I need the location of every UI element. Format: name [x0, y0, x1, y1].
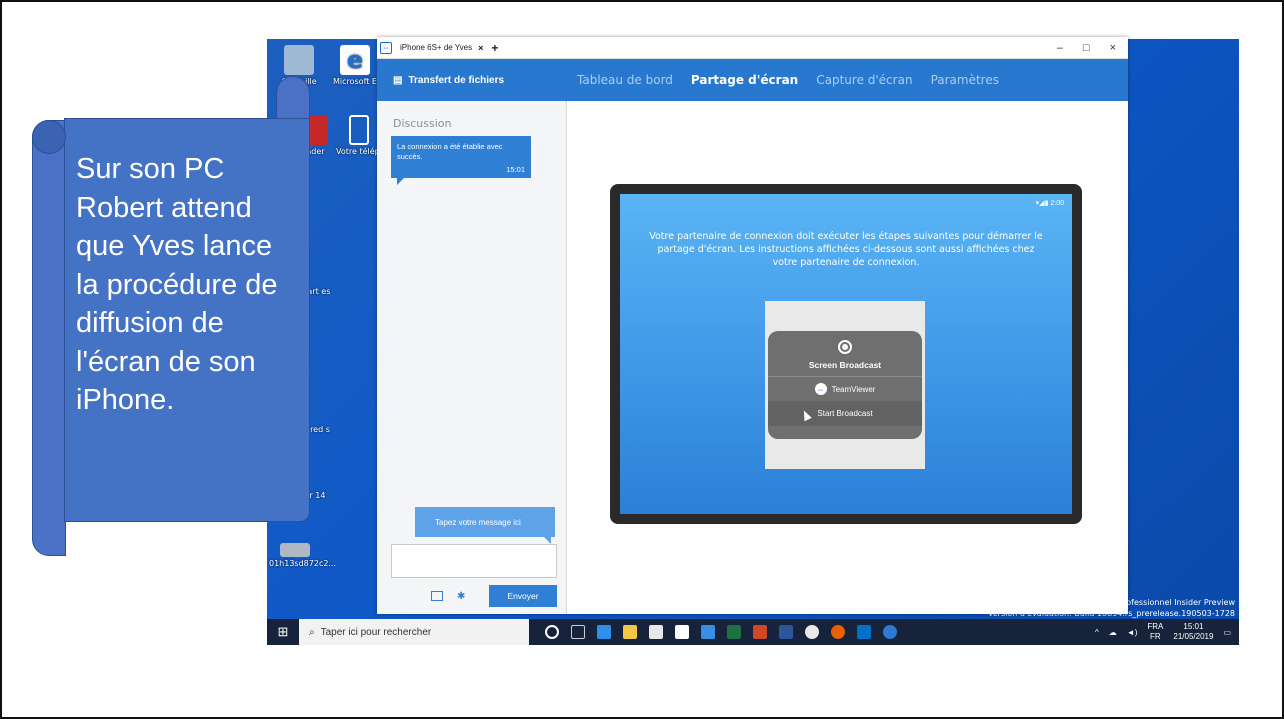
- record-icon: [838, 340, 852, 354]
- session-tab[interactable]: iPhone 6S+ de Yves ×: [396, 43, 487, 53]
- teamviewer-window: ⇔ iPhone 6S+ de Yves × + – □ × ▤ Transfe…: [377, 37, 1128, 614]
- broadcast-popup: Screen Broadcast ⇔ TeamViewer Start Broa…: [768, 331, 922, 439]
- onedrive-icon[interactable]: [805, 625, 819, 639]
- task-view-icon[interactable]: [571, 625, 585, 639]
- tray-network-icon[interactable]: ☁: [1109, 628, 1117, 637]
- desktop-icon-label: Microsoft E: [332, 77, 377, 86]
- phone-icon: [349, 115, 369, 145]
- slide: Corbeille e Microsoft E eader Votre télé…: [0, 0, 1284, 719]
- tab-dashboard[interactable]: Tableau de bord: [577, 73, 673, 87]
- window-controls: – □ ×: [1057, 42, 1128, 54]
- taskbar: ⊞ ⌕ Taper ici pour rechercher ^ ☁ ◄) FRA…: [267, 619, 1239, 645]
- session-tab-title: iPhone 6S+ de Yves: [400, 43, 473, 52]
- minimize-button[interactable]: –: [1057, 42, 1063, 54]
- powerpoint-icon[interactable]: [753, 625, 767, 639]
- chat-panel: Discussion La connexion a été établie av…: [377, 101, 567, 614]
- file-transfer-button[interactable]: ▤ Transfert de fichiers: [377, 75, 567, 86]
- teamviewer-logo-icon: ⇔: [380, 41, 392, 54]
- popup-app-label: TeamViewer: [831, 384, 876, 394]
- message-input[interactable]: [391, 544, 557, 578]
- outlook-icon[interactable]: [857, 625, 871, 639]
- wifi-icon: ▾◢▮: [1035, 200, 1049, 207]
- top-nav: ▤ Transfert de fichiers Tableau de bord …: [377, 59, 1128, 101]
- send-row: ✱ Envoyer: [391, 585, 557, 607]
- device-screen: ▾◢▮ 2:00 Votre partenaire de connexion d…: [620, 194, 1072, 514]
- system-tray: ^ ☁ ◄) FRA FR 15:01 21/05/2019 ▭: [1095, 622, 1239, 642]
- message-hint-text: Tapez votre message ici: [435, 518, 521, 527]
- mail-icon[interactable]: [675, 625, 689, 639]
- windows-logo-icon: ⊞: [277, 624, 289, 639]
- cortana-icon[interactable]: [545, 625, 559, 639]
- device-frame: ▾◢▮ 2:00 Votre partenaire de connexion d…: [610, 184, 1082, 524]
- scroll-curl: [32, 120, 66, 154]
- clock-time: 15:01: [1183, 622, 1204, 631]
- maximize-button[interactable]: □: [1083, 42, 1090, 54]
- sharing-instructions: Votre partenaire de connexion doit exécu…: [649, 231, 1043, 268]
- screen-share-area: ▾◢▮ 2:00 Votre partenaire de connexion d…: [567, 101, 1128, 614]
- popup-app-option[interactable]: ⇔ TeamViewer: [768, 376, 922, 395]
- chat-message: La connexion a été établie avec succès. …: [391, 136, 531, 185]
- nav-tabs: Tableau de bord Partage d'écran Capture …: [567, 73, 999, 87]
- lang-top: FRA: [1147, 622, 1164, 631]
- tray-chevron-icon[interactable]: ^: [1095, 628, 1099, 637]
- search-icon: ⌕: [309, 626, 315, 638]
- file-transfer-icon: ▤: [393, 74, 403, 86]
- teamviewer-taskbar-icon[interactable]: [883, 625, 897, 639]
- tab-screen-sharing[interactable]: Partage d'écran: [691, 73, 798, 87]
- word-icon[interactable]: [779, 625, 793, 639]
- tab-screen-capture[interactable]: Capture d'écran: [816, 73, 912, 87]
- edge-taskbar-icon[interactable]: [597, 625, 611, 639]
- message-hint: Tapez votre message ici: [415, 507, 555, 544]
- notifications-icon[interactable]: ▭: [1223, 628, 1231, 637]
- scroll-left-roll: [32, 120, 66, 556]
- excel-icon[interactable]: [727, 625, 741, 639]
- taskbar-apps: [545, 625, 897, 639]
- device-status-bar: ▾◢▮ 2:00: [1036, 199, 1064, 207]
- firefox-icon[interactable]: [831, 625, 845, 639]
- start-broadcast-button[interactable]: Start Broadcast: [768, 401, 922, 426]
- lang-bottom: FR: [1150, 632, 1161, 641]
- screenshot-icon[interactable]: [431, 591, 443, 601]
- phone-preview: Screen Broadcast ⇔ TeamViewer Start Broa…: [765, 301, 925, 469]
- clock-date: 21/05/2019: [1173, 632, 1214, 641]
- window-titlebar: ⇔ iPhone 6S+ de Yves × + – □ ×: [377, 37, 1128, 59]
- tab-settings[interactable]: Paramètres: [931, 73, 999, 87]
- popup-title: Screen Broadcast: [808, 360, 882, 370]
- clock[interactable]: 15:01 21/05/2019: [1173, 622, 1213, 642]
- file-explorer-icon[interactable]: [623, 625, 637, 639]
- desktop-icon-label: Votre télépl: [336, 147, 382, 156]
- file-transfer-label: Transfert de fichiers: [408, 74, 505, 86]
- desktop-icon-edge[interactable]: e Microsoft E: [329, 45, 381, 86]
- send-button[interactable]: Envoyer: [489, 585, 557, 607]
- language-indicator[interactable]: FRA FR: [1147, 622, 1163, 642]
- chat-message-time: 15:01: [506, 165, 525, 174]
- callout-text: Sur son PC Robert attend que Yves lance …: [76, 153, 278, 416]
- chat-message-text: La connexion a été établie avec succès.: [397, 142, 503, 161]
- search-placeholder: Taper ici pour rechercher: [320, 626, 432, 638]
- edge-icon: e: [340, 45, 370, 75]
- taskbar-search[interactable]: ⌕ Taper ici pour rechercher: [299, 619, 529, 645]
- desktop-icon-label: 01h13sd872c2...: [269, 559, 337, 568]
- store-icon[interactable]: [649, 625, 663, 639]
- chat-title: Discussion: [393, 117, 452, 130]
- teamviewer-app-icon: ⇔: [814, 383, 827, 395]
- device-time: 2:00: [1050, 200, 1064, 207]
- new-tab-button[interactable]: +: [491, 41, 498, 55]
- tray-volume-icon[interactable]: ◄): [1127, 628, 1138, 637]
- send-button-label: Envoyer: [507, 591, 539, 601]
- recycle-bin-icon: [284, 45, 314, 75]
- tab-close-icon[interactable]: ×: [478, 43, 483, 53]
- remote-desktop-icon[interactable]: [701, 625, 715, 639]
- close-button[interactable]: ×: [1110, 42, 1116, 54]
- start-button[interactable]: ⊞: [267, 619, 299, 645]
- broadcast-icon[interactable]: ✱: [457, 591, 469, 602]
